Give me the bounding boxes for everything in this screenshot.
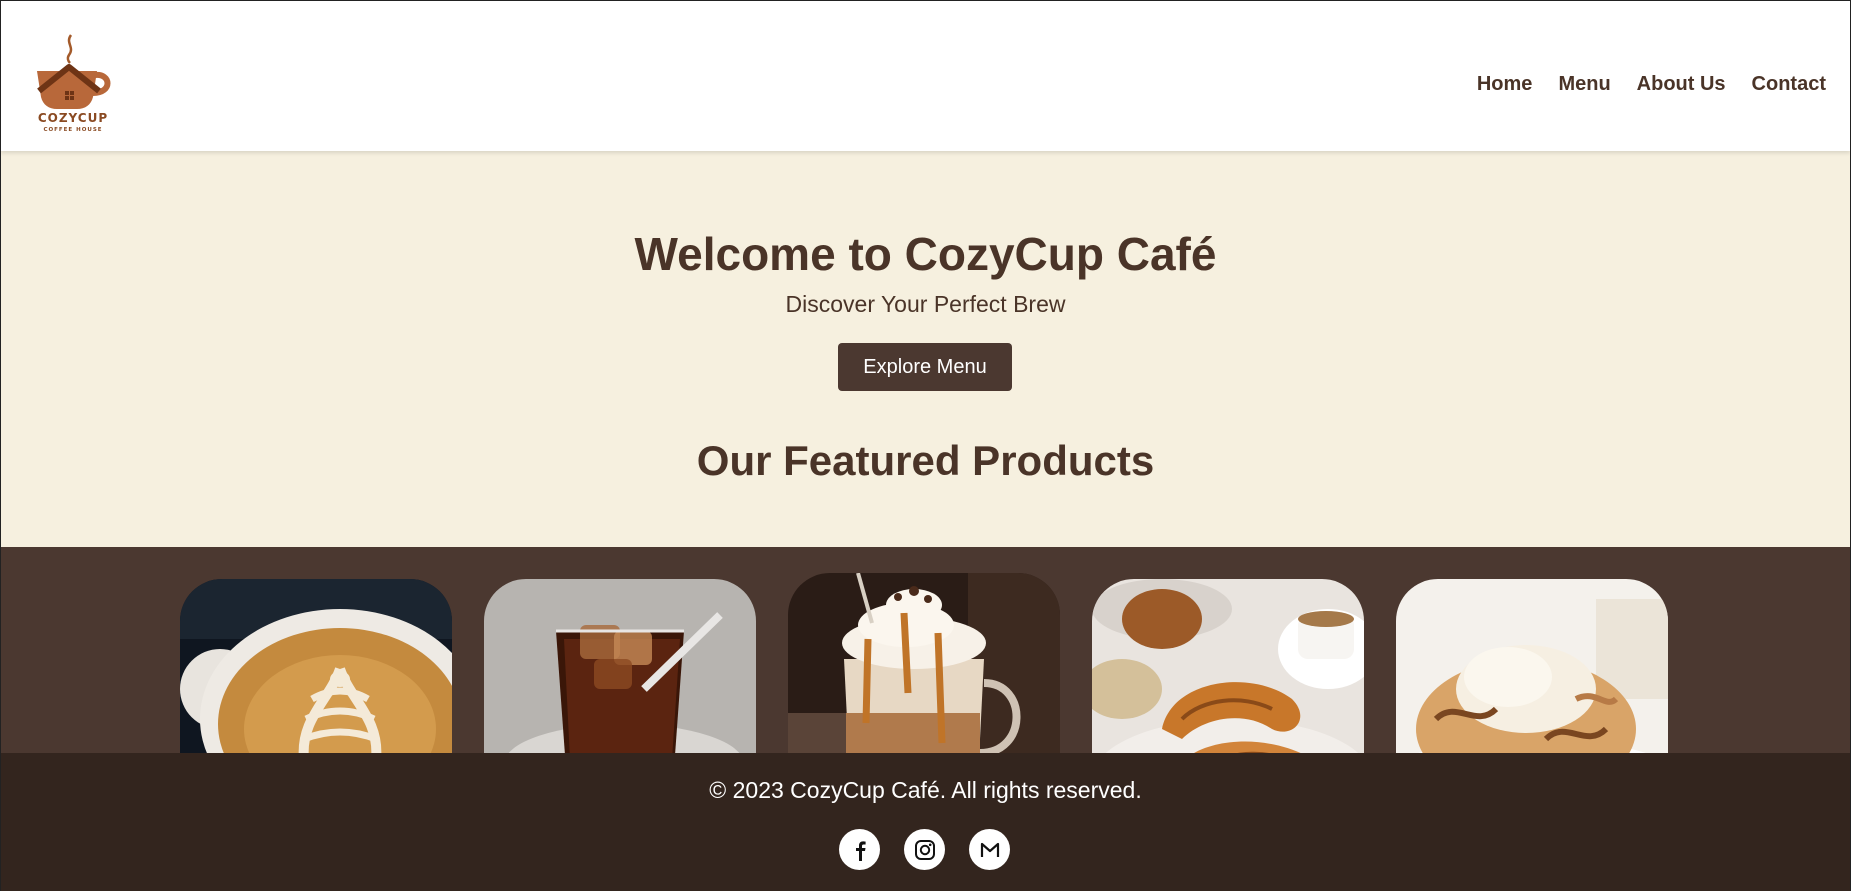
- featured-products-heading: Our Featured Products: [696, 437, 1155, 484]
- caramel-macchiato-image: [788, 573, 1060, 755]
- nav-about-us[interactable]: About Us: [1637, 73, 1726, 96]
- nav-menu[interactable]: Menu: [1558, 73, 1610, 96]
- explore-menu-button[interactable]: Explore Menu: [838, 343, 1012, 391]
- logo-subtext: COFFEE HOUSE: [43, 127, 103, 133]
- coffee-house-logo-icon: [37, 34, 111, 109]
- hero-section: Welcome to CozyCup Café Discover Your Pe…: [1, 151, 1850, 547]
- hero-tagline: Discover Your Perfect Brew: [785, 291, 1066, 317]
- product-card-iced-coffee[interactable]: [484, 579, 756, 755]
- social-links: [839, 829, 1010, 870]
- latte-art-image: [180, 579, 452, 755]
- croissant-image: [1092, 579, 1364, 755]
- facebook-icon: [855, 840, 866, 861]
- product-card-croissant[interactable]: [1092, 579, 1364, 755]
- site-header: COZYCUP COFFEE HOUSE Home Menu About Us …: [1, 1, 1850, 151]
- nav-home[interactable]: Home: [1477, 73, 1533, 96]
- page: COZYCUP COFFEE HOUSE Home Menu About Us …: [0, 0, 1851, 891]
- product-card-latte[interactable]: [180, 579, 452, 755]
- nav-contact[interactable]: Contact: [1752, 73, 1826, 96]
- facebook-link[interactable]: [839, 829, 880, 870]
- logo-wordmark: COZYCUP: [37, 111, 109, 125]
- hero-title: Welcome to CozyCup Café: [634, 228, 1217, 280]
- product-card-cinnamon-roll[interactable]: [1396, 579, 1668, 755]
- product-card-caramel-macchiato[interactable]: [788, 573, 1060, 755]
- cozycup-logo[interactable]: COZYCUP COFFEE HOUSE: [31, 31, 115, 137]
- gmail-link[interactable]: [969, 829, 1010, 870]
- instagram-icon: [914, 839, 935, 860]
- main-nav: Home Menu About Us Contact: [1477, 73, 1826, 96]
- gmail-icon: [980, 842, 999, 857]
- site-footer: © 2023 CozyCup Café. All rights reserved…: [1, 753, 1850, 891]
- copyright-text: © 2023 CozyCup Café. All rights reserved…: [709, 777, 1142, 803]
- iced-coffee-image: [484, 579, 756, 755]
- instagram-link[interactable]: [904, 829, 945, 870]
- featured-products-strip: [1, 547, 1850, 755]
- cinnamon-roll-image: [1396, 579, 1668, 755]
